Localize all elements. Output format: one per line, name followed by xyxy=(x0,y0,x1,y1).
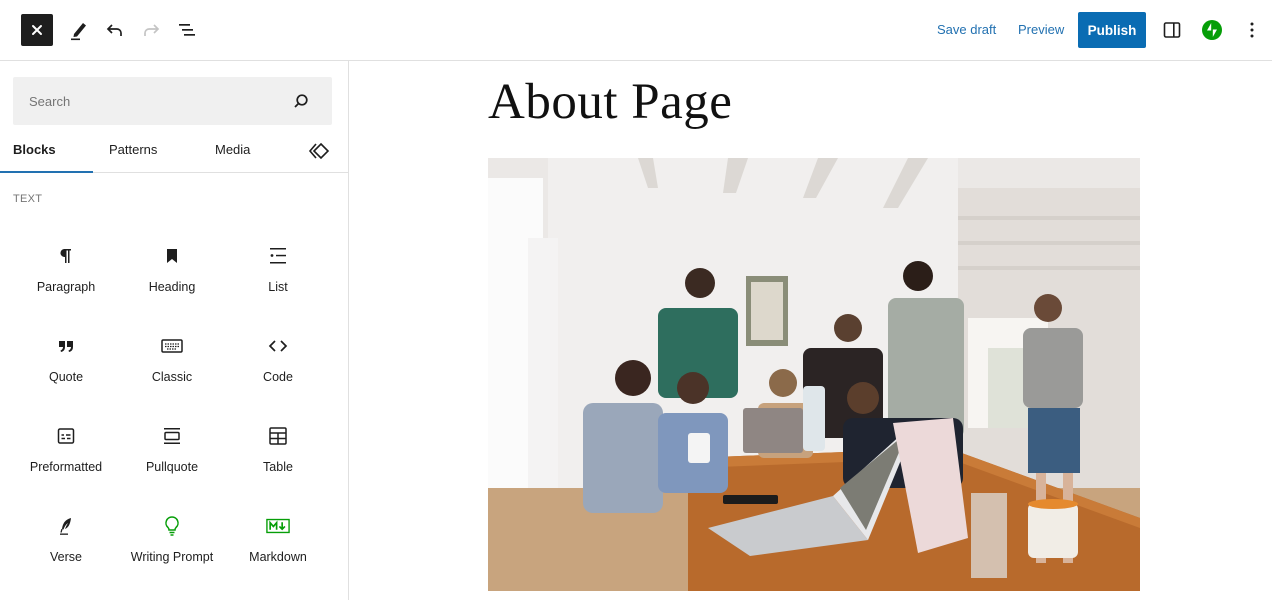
block-search-input[interactable] xyxy=(13,77,283,125)
block-label: Classic xyxy=(151,370,193,384)
block-label: Writing Prompt xyxy=(130,550,214,564)
block-label: List xyxy=(268,280,288,294)
close-icon xyxy=(32,25,42,35)
block-label: Quote xyxy=(48,370,84,384)
publish-button[interactable]: Publish xyxy=(1078,12,1146,48)
block-label: Heading xyxy=(148,280,196,294)
block-label: Code xyxy=(263,370,293,384)
redo-icon xyxy=(144,24,160,36)
team-photo-illustration xyxy=(488,158,1140,591)
tab-media[interactable]: Media xyxy=(215,131,250,173)
jetpack-button[interactable] xyxy=(1198,16,1226,44)
page-title[interactable]: About Page xyxy=(488,73,732,131)
list-view-icon xyxy=(179,24,195,36)
block-item-heading[interactable]: Heading xyxy=(119,229,225,311)
save-draft-button[interactable]: Save draft xyxy=(937,20,996,40)
block-item-paragraph[interactable]: Paragraph xyxy=(13,229,119,311)
more-vertical-icon xyxy=(1250,22,1254,38)
block-label: Pullquote xyxy=(145,460,199,474)
editor-canvas: About Page xyxy=(350,61,1272,600)
undo-icon xyxy=(106,24,122,36)
block-item-pullquote[interactable]: Pullquote xyxy=(119,409,225,491)
markdown-icon xyxy=(266,518,290,534)
block-label: Markdown xyxy=(249,550,307,564)
block-item-writing-prompt[interactable]: Writing Prompt xyxy=(119,499,225,581)
list-icon xyxy=(270,248,286,264)
redo-button[interactable] xyxy=(137,16,165,44)
sidebar-toggle-icon xyxy=(1163,22,1181,38)
preformatted-icon xyxy=(57,428,75,444)
pullquote-icon xyxy=(164,428,180,444)
options-menu-button[interactable] xyxy=(1238,16,1266,44)
section-title-text: TEXT xyxy=(13,193,43,205)
block-search xyxy=(13,77,332,125)
tools-button[interactable] xyxy=(65,16,93,44)
table-icon xyxy=(269,427,287,445)
list-view-button[interactable] xyxy=(173,16,201,44)
block-item-list[interactable]: List xyxy=(225,229,331,311)
block-directory-icon xyxy=(308,142,330,160)
block-inserter-panel: Blocks Patterns Media TEXT Paragraph Hea… xyxy=(0,61,349,600)
block-label: Paragraph xyxy=(36,280,96,294)
preview-button[interactable]: Preview xyxy=(1018,20,1064,40)
lightbulb-icon xyxy=(165,516,179,536)
settings-sidebar-toggle[interactable] xyxy=(1158,16,1186,44)
jetpack-icon xyxy=(1202,20,1222,40)
search-icon[interactable] xyxy=(292,92,310,110)
editor-header: Save draft Preview Publish xyxy=(0,0,1272,61)
paragraph-icon xyxy=(60,249,71,263)
image-block[interactable] xyxy=(488,158,1140,591)
undo-button[interactable] xyxy=(101,16,129,44)
tab-patterns[interactable]: Patterns xyxy=(109,131,157,173)
heading-bookmark-icon xyxy=(167,249,177,263)
block-item-verse[interactable]: Verse xyxy=(13,499,119,581)
block-item-markdown[interactable]: Markdown xyxy=(225,499,331,581)
code-icon xyxy=(268,340,288,352)
verse-feather-icon xyxy=(60,518,71,535)
close-editor-button[interactable] xyxy=(21,14,53,46)
tab-block-directory[interactable] xyxy=(308,139,330,161)
keyboard-icon xyxy=(161,339,183,353)
block-item-quote[interactable]: Quote xyxy=(13,319,119,401)
tab-blocks[interactable]: Blocks xyxy=(13,131,56,173)
inserter-tabs: Blocks Patterns Media xyxy=(0,131,349,173)
quote-icon xyxy=(59,341,73,352)
active-tab-indicator xyxy=(0,171,93,173)
block-item-code[interactable]: Code xyxy=(225,319,331,401)
pencil-icon xyxy=(71,23,86,41)
block-item-table[interactable]: Table xyxy=(225,409,331,491)
block-label: Verse xyxy=(50,550,82,564)
block-item-classic[interactable]: Classic xyxy=(119,319,225,401)
block-label: Table xyxy=(263,460,293,474)
block-label: Preformatted xyxy=(29,460,103,474)
block-item-preformatted[interactable]: Preformatted xyxy=(13,409,119,491)
